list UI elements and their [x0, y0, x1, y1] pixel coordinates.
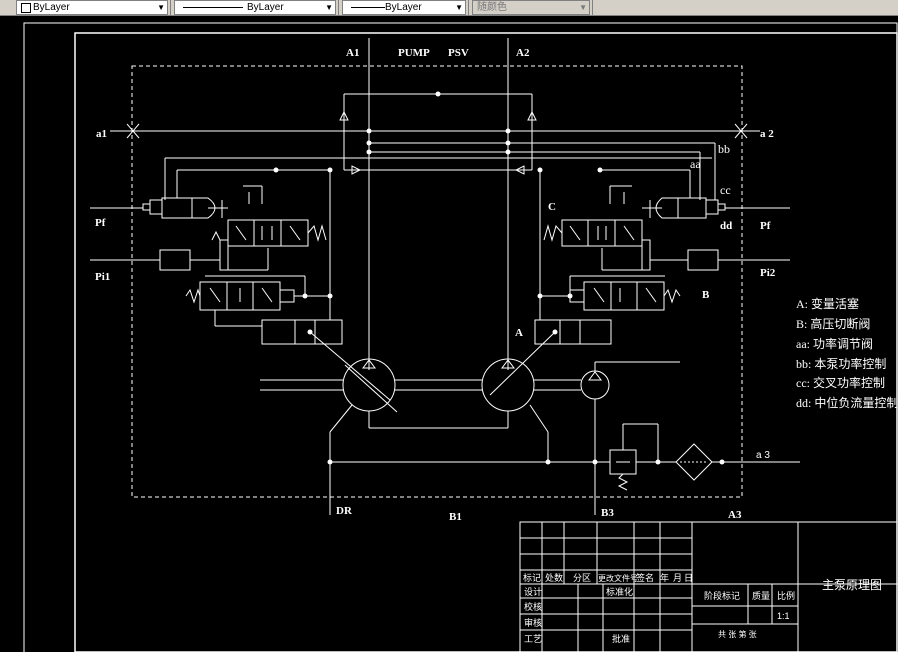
port-a3-label: A3: [728, 509, 742, 521]
gear-pump-symbol: [580, 370, 610, 400]
legend-item: cc: 交叉功率控制: [796, 375, 885, 390]
port-left-a1-label: a1: [96, 128, 107, 140]
tb-header-cell: 标记: [523, 572, 541, 583]
tb-process-label: 工艺: [524, 634, 542, 644]
port-pi1-label: Pi1: [95, 271, 110, 283]
tb-sheets-label: 共 张 第 张: [718, 629, 757, 639]
left-power-valve: [227, 219, 309, 247]
port-pump-label: PUMP: [398, 47, 430, 59]
tb-standardize-label: 标准化: [606, 586, 633, 597]
left-servo-piston: [261, 319, 343, 345]
label-b: B: [702, 289, 710, 301]
label-c: C: [548, 201, 556, 213]
right-power-valve: [561, 219, 643, 247]
sheet-outer-border: [23, 22, 898, 652]
port-pf-right-label: Pf: [760, 220, 771, 232]
port-bb-label: bb: [718, 142, 730, 156]
legend-item: aa: 功率调节阀: [796, 336, 873, 351]
tb-header-cell: 处数: [545, 572, 563, 583]
tb-header-cell: 更改文件号: [598, 573, 638, 583]
port-aa-label: aa: [690, 157, 701, 171]
tb-header-cell: 分区: [573, 573, 591, 583]
tb-header-cell: 年: [660, 572, 669, 583]
drawing-canvas[interactable]: A1 PUMP PSV A2 a1 a 2 bb aa cc dd C B A …: [0, 0, 898, 652]
tb-drawing-title: 主泵原理图: [822, 578, 882, 592]
port-b3-label: B3: [601, 507, 614, 519]
sheet-inner-border: [74, 32, 898, 652]
port-a3-small-label: a 3: [756, 450, 770, 461]
port-pi2-label: Pi2: [760, 267, 776, 279]
port-dd-label: dd: [720, 220, 732, 232]
tb-stage-mark-label: 阶段标记: [704, 590, 740, 601]
port-psv-label: PSV: [448, 47, 469, 59]
tb-approve-label: 批准: [612, 633, 630, 644]
legend-item: A: 变量活塞: [796, 296, 859, 311]
port-a1-label: A1: [346, 47, 359, 59]
tb-check-label: 校核: [524, 601, 542, 612]
legend: A: 变量活塞 B: 高压切断阀 aa: 功率调节阀 bb: 本泵功率控制 cc…: [796, 296, 898, 410]
port-pf-left-label: Pf: [95, 217, 106, 229]
tb-header-cell: 签名: [636, 572, 654, 583]
legend-item: B: 高压切断阀: [796, 316, 870, 331]
tb-scale-label: 比例: [777, 590, 795, 601]
tb-review-label: 审核: [524, 617, 542, 628]
port-cc-label: cc: [720, 183, 731, 197]
tb-header-cell: 日: [684, 573, 693, 583]
legend-item: bb: 本泵功率控制: [796, 356, 886, 371]
tb-header-cell: 月: [673, 573, 682, 583]
port-right-a2-label: a 2: [760, 128, 774, 140]
tb-scale-value: 1:1: [777, 611, 790, 621]
label-a: A: [515, 327, 523, 339]
tb-weight-label: 质量: [752, 590, 770, 601]
port-b1-label: B1: [449, 511, 462, 523]
port-dr-label: DR: [336, 505, 353, 517]
tb-design-label: 设计: [524, 586, 542, 597]
port-a2-label: A2: [516, 47, 530, 59]
legend-item: dd: 中位负流量控制: [796, 395, 898, 410]
